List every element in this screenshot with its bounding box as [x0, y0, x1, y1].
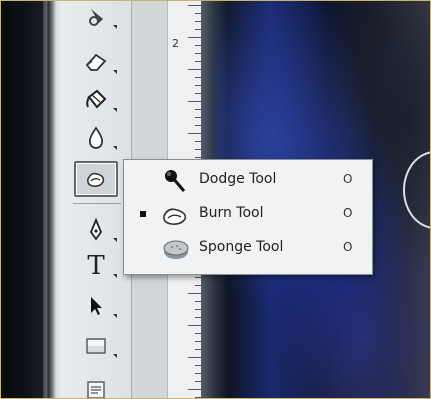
paint-bucket-tool[interactable]: [77, 85, 115, 115]
flyout-item-sponge-tool[interactable]: Sponge Tool O: [124, 232, 372, 264]
screen-frame: T 2 Dodge Tool O Burn Tool O Sponge Tool…: [0, 0, 431, 399]
left-dark-area: [1, 1, 43, 398]
tool-flyout-indicator: [113, 25, 117, 29]
burn-icon: [163, 208, 187, 225]
tool-group-divider: [73, 203, 121, 204]
ruler-tick: [188, 325, 202, 326]
burn-icon: [87, 172, 105, 187]
path-selection-tool[interactable]: [77, 291, 115, 321]
ruler-label: 2: [172, 37, 179, 50]
tool-flyout-indicator: [113, 70, 117, 74]
eraser-tool[interactable]: [77, 47, 115, 77]
blur-icon: [88, 126, 104, 149]
ruler-tick: [188, 357, 202, 358]
tool-flyout-indicator: [113, 354, 117, 358]
flyout-item-burn-tool[interactable]: Burn Tool O: [124, 198, 372, 230]
rectangle-tool[interactable]: [77, 331, 115, 361]
tool-flyout-indicator: [113, 274, 117, 278]
ruler-tick: [188, 37, 202, 38]
burn-tool[interactable]: [74, 161, 118, 197]
type-icon: T: [87, 251, 105, 281]
tool-flyout-indicator: [113, 146, 117, 150]
flyout-item-label: Burn Tool: [199, 205, 264, 221]
flyout-item-dodge-tool[interactable]: Dodge Tool O: [124, 164, 372, 196]
notes-icon: [87, 381, 105, 398]
window-edge: [43, 1, 61, 398]
history-brush-tool[interactable]: [79, 3, 117, 33]
toning-tools-flyout: Dodge Tool O Burn Tool O Sponge Tool O: [123, 159, 373, 275]
tool-flyout-indicator: [113, 238, 117, 242]
ruler-tick: [188, 101, 202, 102]
type-tool[interactable]: T: [77, 251, 115, 281]
eraser-icon: [85, 53, 107, 71]
rectangle-icon: [86, 338, 106, 354]
history-brush-icon: [89, 9, 103, 26]
paint-bucket-icon: [86, 89, 107, 109]
shortcut-key: O: [343, 172, 353, 186]
arrow-cursor-icon: [91, 297, 102, 315]
tool-flyout-indicator: [113, 314, 117, 318]
blur-tool[interactable]: [77, 123, 115, 153]
shortcut-key: O: [343, 206, 353, 220]
active-tool-marker: [140, 211, 146, 217]
ruler-tick: [188, 69, 202, 70]
ruler-tick: [188, 389, 202, 390]
dodge-icon: [165, 170, 186, 192]
notes-tool[interactable]: [77, 375, 115, 398]
ruler-tick: [188, 5, 202, 6]
ruler-tick: [188, 133, 202, 134]
tool-flyout-indicator: [113, 108, 117, 112]
flyout-item-label: Dodge Tool: [199, 171, 277, 187]
sponge-icon: [163, 240, 189, 259]
pen-tool[interactable]: [77, 215, 115, 245]
shortcut-key: O: [343, 240, 353, 254]
pen-icon: [89, 217, 103, 241]
flyout-item-label: Sponge Tool: [199, 239, 284, 255]
ruler-tick: [188, 293, 202, 294]
